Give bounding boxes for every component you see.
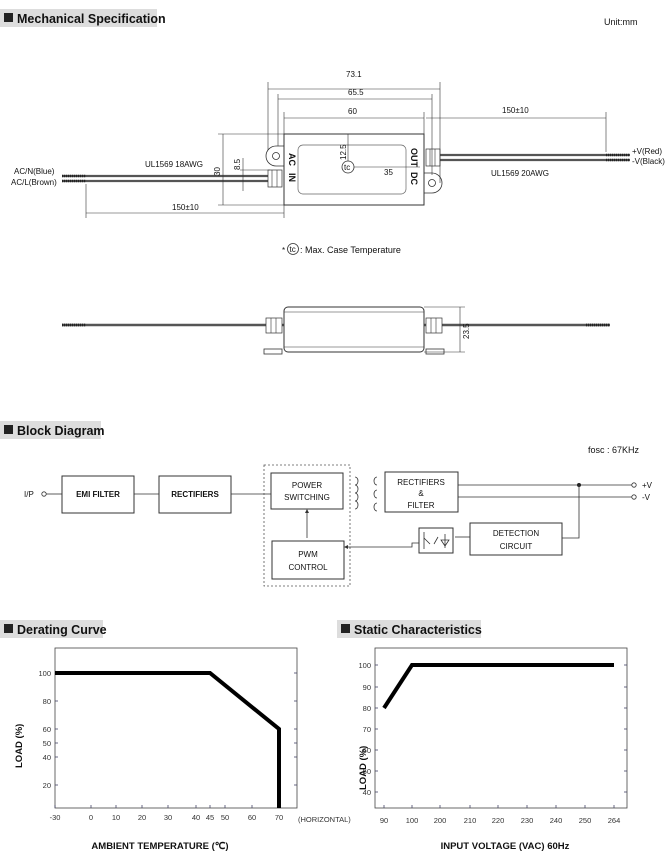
dim-12-5: 12.5	[339, 144, 348, 160]
detection-label-2: CIRCUIT	[500, 542, 533, 551]
x-tick-label: 90	[380, 816, 388, 825]
y-axis-label: LOAD (%)	[14, 724, 25, 768]
dim-150-left: 150±10	[172, 203, 199, 212]
dim-8-5: 8.5	[233, 158, 242, 170]
top-view-drawing: AC IN OUT DC tc 12.5 35 73.1 65.5 60 150…	[11, 70, 665, 218]
series-line	[382, 663, 614, 710]
x-axis-note: (HORIZONTAL)	[298, 815, 351, 824]
x-tick-label: 0	[89, 813, 93, 822]
x-tick-label: 200	[434, 816, 447, 825]
y-tick-label: 40	[363, 788, 371, 797]
tc-symbol: tc	[344, 163, 350, 172]
input-label: I/P	[24, 490, 34, 499]
x-tick-label: 20	[138, 813, 146, 822]
out-label: OUT	[409, 148, 419, 168]
x-tick-label: 50	[221, 813, 229, 822]
y-tick-label: 60	[43, 725, 51, 734]
block-diagram: fosc : 67KHz I/P EMI FILTER RECTIFIERS P…	[24, 445, 653, 587]
y-tick-label: 50	[43, 739, 51, 748]
section-header-mechanical: Mechanical Specification	[0, 9, 166, 27]
x-tick-label: 60	[248, 813, 256, 822]
note-text: : Max. Case Temperature	[300, 245, 401, 255]
x-tick-label: 230	[521, 816, 534, 825]
pwm-label-2: CONTROL	[288, 563, 328, 572]
rectifiers-label: RECTIFIERS	[171, 490, 219, 499]
case-temperature-note: * tc : Max. Case Temperature	[282, 243, 401, 255]
tc-symbol: tc	[290, 245, 296, 254]
section-title: Static Characteristics	[354, 623, 482, 637]
x-tick-label: 210	[464, 816, 477, 825]
y-tick-label: 100	[358, 661, 371, 670]
acl-wire-label: AC/L(Brown)	[11, 178, 57, 187]
dim-65-5: 65.5	[348, 88, 364, 97]
dim-73-1: 73.1	[346, 70, 362, 79]
y-tick-label: 60	[363, 746, 371, 755]
vplus-wire-label: +V(Red)	[632, 147, 662, 156]
power-switching-label-2: SWITCHING	[284, 493, 330, 502]
dim-150-right: 150±10	[502, 106, 529, 115]
x-tick-label: 40	[192, 813, 200, 822]
pwm-label: PWM	[298, 550, 318, 559]
section-title: Block Diagram	[17, 424, 105, 438]
rectifiers-filter-label: RECTIFIERS	[397, 478, 445, 487]
x-tick-label: 10	[112, 813, 120, 822]
plot-frame	[374, 647, 628, 809]
side-view-drawing: 23.5	[62, 306, 610, 355]
x-tick-label: 250	[579, 816, 592, 825]
y-tick-label: 80	[363, 704, 371, 713]
note-asterisk: *	[282, 246, 285, 255]
pwm-control-block	[271, 540, 345, 580]
series-line	[55, 671, 281, 808]
dim-23-5: 23.5	[462, 323, 471, 339]
vplus-output-label: +V	[642, 481, 653, 490]
output-wire-gauge: UL1569 20AWG	[491, 169, 549, 178]
x-axis-label: AMBIENT TEMPERATURE (℃)	[91, 841, 228, 852]
acn-wire-label: AC/N(Blue)	[14, 167, 55, 176]
static-chart: LOAD (%) INPUT VOLTAGE (VAC) 60Hz 90 100 2…	[358, 647, 628, 852]
section-title: Derating Curve	[17, 623, 107, 637]
section-title: Mechanical Specification	[17, 12, 166, 26]
section-header-static: Static Characteristics	[337, 620, 482, 638]
transformer-icon	[354, 476, 378, 512]
vminus-wire-label: -V(Black)	[632, 157, 665, 166]
x-tick-label: 70	[275, 813, 283, 822]
section-header-derating: Derating Curve	[0, 620, 107, 638]
fosc-label: fosc : 67KHz	[588, 445, 640, 455]
x-tick-label: 30	[164, 813, 172, 822]
y-tick-label: 20	[43, 781, 51, 790]
x-tick-label: 264	[608, 816, 621, 825]
unit-label: Unit:mm	[604, 17, 638, 27]
x-tick-label: 220	[492, 816, 505, 825]
datasheet-page: Mechanical Specification Unit:mm AC IN O…	[0, 9, 665, 852]
x-tick-label: -30	[50, 813, 61, 822]
y-tick-label: 90	[363, 683, 371, 692]
dim-35: 35	[384, 168, 393, 177]
dim-60: 60	[348, 107, 357, 116]
rectifiers-filter-label-2: &	[418, 489, 424, 498]
x-tick-label: 45	[206, 813, 214, 822]
section-header-block: Block Diagram	[0, 421, 105, 439]
dc-label: DC	[409, 172, 419, 185]
power-switching-block	[270, 472, 344, 510]
rectifiers-filter-label-3: FILTER	[408, 501, 435, 510]
ac-label: AC	[287, 153, 297, 166]
x-axis-label: INPUT VOLTAGE (VAC) 60Hz	[441, 841, 570, 852]
y-tick-label: 80	[43, 697, 51, 706]
detection-label: DETECTION	[493, 529, 539, 538]
derating-chart: LOAD (%) AMBIENT TEMPERATURE (℃) (HORIZO…	[14, 647, 351, 852]
vminus-output-label: -V	[642, 493, 651, 502]
y-tick-label: 40	[43, 753, 51, 762]
power-switching-label: POWER	[292, 481, 322, 490]
y-tick-label: 70	[363, 725, 371, 734]
in-label: IN	[287, 173, 297, 182]
emi-filter-label: EMI FILTER	[76, 490, 120, 499]
y-tick-label: 50	[363, 767, 371, 776]
y-tick-label: 100	[38, 669, 51, 678]
input-wire-gauge: UL1569 18AWG	[145, 160, 203, 169]
dim-30: 30	[213, 167, 222, 176]
x-tick-label: 100	[406, 816, 419, 825]
x-tick-label: 240	[550, 816, 563, 825]
